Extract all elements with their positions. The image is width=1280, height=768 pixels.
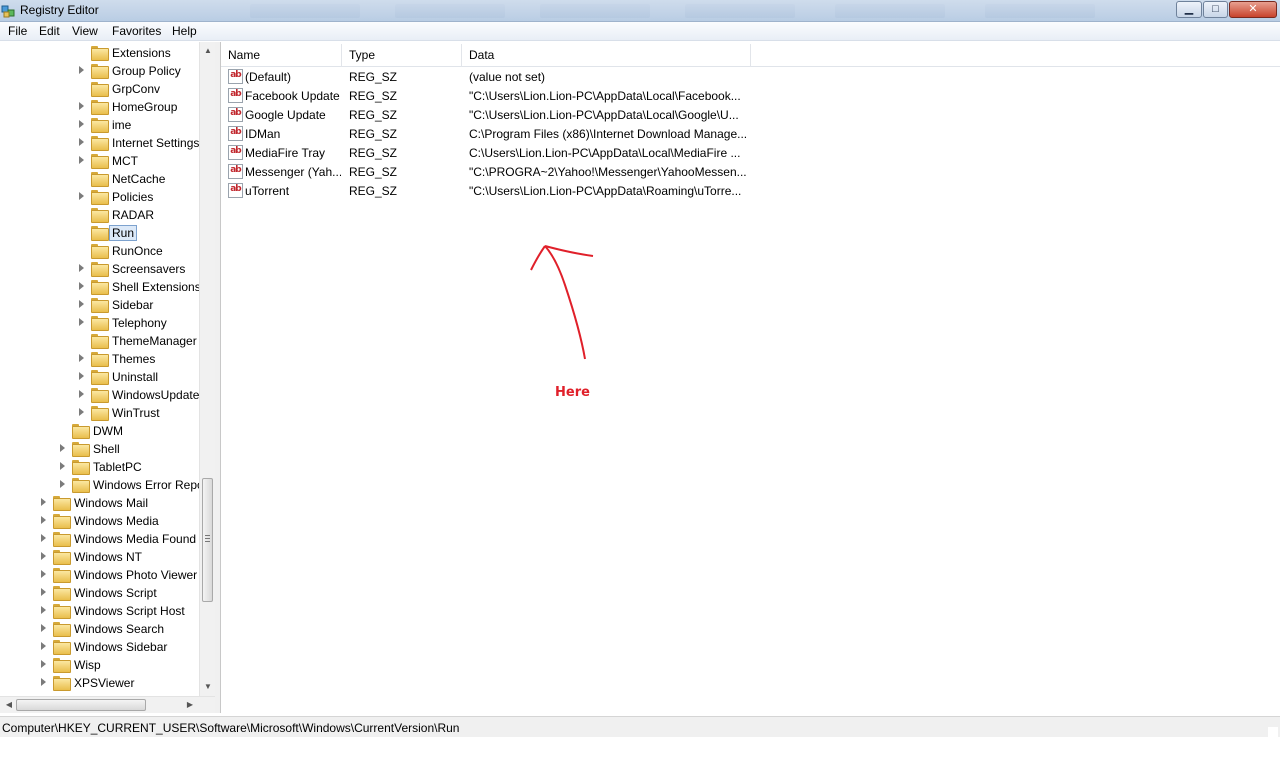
annotation-label: Here bbox=[555, 385, 590, 400]
key-path: Computer\HKEY_CURRENT_USER\Software\Micr… bbox=[2, 721, 460, 735]
status-bar: Computer\HKEY_CURRENT_USER\Software\Micr… bbox=[0, 716, 1280, 737]
resize-grip-icon[interactable] bbox=[1268, 727, 1278, 737]
annotation-arrow-icon bbox=[530, 245, 594, 360]
